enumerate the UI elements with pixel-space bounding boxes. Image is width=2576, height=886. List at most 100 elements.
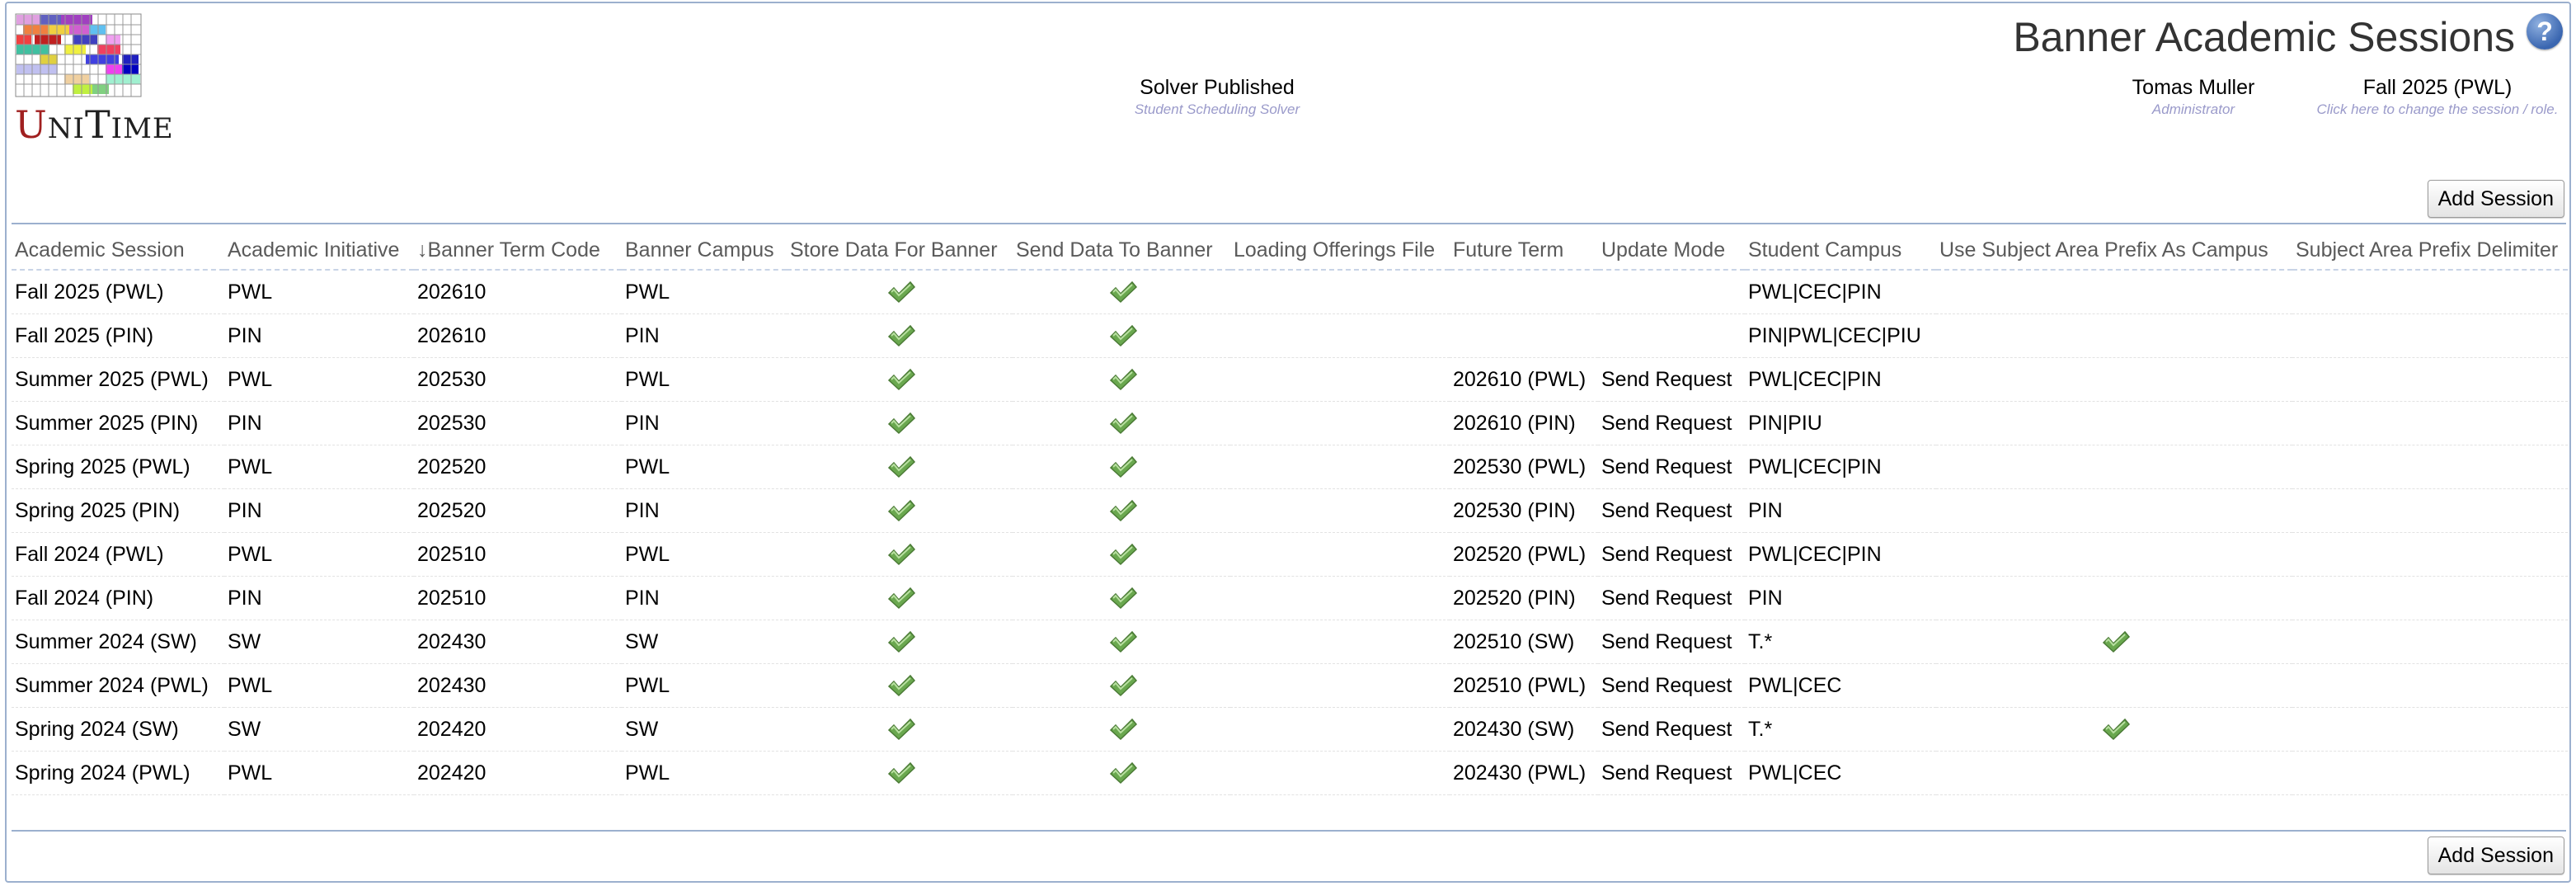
cell-use-prefix: [1936, 357, 2292, 402]
user-info[interactable]: Tomas Muller Administrator: [2132, 76, 2255, 118]
cell-term-code: 202610: [414, 270, 622, 314]
cell-update-mode: Send Request: [1598, 620, 1745, 664]
check-icon: [1109, 587, 1138, 610]
cell-student-campus: PWL|CEC|PIN: [1745, 445, 1936, 489]
cell-initiative: SW: [224, 620, 414, 664]
logo-letter-u: U: [15, 102, 48, 147]
solver-status[interactable]: Solver Published Student Scheduling Solv…: [1135, 76, 1300, 118]
cell-session: Summer 2024 (PWL): [12, 663, 224, 708]
cell-store-data: [787, 313, 1013, 358]
cell-student-campus: PWL|CEC|PIN: [1745, 357, 1936, 402]
cell-initiative: PWL: [224, 357, 414, 402]
cell-send-data: [1013, 663, 1230, 708]
add-session-button-bottom[interactable]: Add Session: [2427, 837, 2564, 874]
cell-update-mode: Send Request: [1598, 488, 1745, 533]
cell-term-code: 202420: [414, 707, 622, 752]
check-icon: [887, 412, 916, 435]
session-selector[interactable]: Fall 2025 (PWL) Click here to change the…: [2317, 76, 2559, 118]
cell-term-code: 202610: [414, 313, 622, 358]
col-send-data[interactable]: Send Data To Banner: [1013, 231, 1230, 271]
cell-use-prefix: [1936, 270, 2292, 314]
cell-initiative: PWL: [224, 751, 414, 795]
check-icon: [887, 456, 916, 478]
cell-future-term: [1450, 313, 1598, 358]
check-icon: [887, 500, 916, 522]
cell-prefix-delimiter: [2292, 270, 2568, 314]
cell-future-term: 202510 (PWL): [1450, 663, 1598, 708]
check-icon: [887, 281, 916, 304]
cell-student-campus: PWL|CEC|PIN: [1745, 270, 1936, 314]
table-row[interactable]: Summer 2025 (PIN) PIN 202530 PIN 202610 (PIN…: [12, 401, 2568, 445]
cell-campus: PIN: [622, 313, 787, 358]
cell-future-term: 202430 (SW): [1450, 707, 1598, 752]
cell-term-code: 202530: [414, 357, 622, 402]
col-use-subject-prefix[interactable]: Use Subject Area Prefix As Campus: [1936, 231, 2292, 271]
cell-term-code: 202420: [414, 751, 622, 795]
add-session-button-top[interactable]: Add Session: [2427, 180, 2564, 218]
table-row[interactable]: Summer 2024 (SW) SW 202430 SW 202510 (SW) Sen…: [12, 620, 2568, 664]
check-icon: [1109, 412, 1138, 435]
cell-use-prefix: [1936, 620, 2292, 664]
cell-student-campus: T.*: [1745, 707, 1936, 752]
col-academic-session[interactable]: Academic Session: [12, 231, 224, 271]
cell-campus: PWL: [622, 445, 787, 489]
cell-update-mode: Send Request: [1598, 532, 1745, 577]
col-banner-term-code[interactable]: ↓Banner Term Code: [414, 231, 622, 271]
table-row[interactable]: Fall 2025 (PIN) PIN 202610 PIN PIN|PWL|CEC|P…: [12, 313, 2568, 358]
banner-sessions-table: Academic Session Academic Initiative ↓Ba…: [12, 231, 2568, 795]
user-name: Tomas Muller: [2132, 76, 2255, 99]
help-icon[interactable]: ?: [2527, 13, 2563, 49]
unitime-logo[interactable]: UNITIME: [15, 13, 173, 147]
cell-campus: PWL: [622, 532, 787, 577]
cell-send-data: [1013, 445, 1230, 489]
cell-prefix-delimiter: [2292, 751, 2568, 795]
cell-send-data: [1013, 620, 1230, 664]
check-icon: [1109, 719, 1138, 741]
col-prefix-delimiter[interactable]: Subject Area Prefix Delimiter: [2292, 231, 2568, 271]
col-future-term[interactable]: Future Term: [1450, 231, 1598, 271]
logo-grid-icon: [15, 13, 142, 97]
cell-update-mode: Send Request: [1598, 401, 1745, 445]
logo-letters-ime: IME: [110, 112, 174, 145]
col-banner-campus[interactable]: Banner Campus: [622, 231, 787, 271]
check-icon: [1109, 544, 1138, 566]
col-store-data[interactable]: Store Data For Banner: [787, 231, 1013, 271]
cell-loading-file: [1230, 576, 1450, 620]
cell-use-prefix: [1936, 751, 2292, 795]
table-row[interactable]: Fall 2024 (PWL) PWL 202510 PWL 202520 (PWL) S…: [12, 532, 2568, 577]
col-student-campus[interactable]: Student Campus: [1745, 231, 1936, 271]
cell-store-data: [787, 357, 1013, 402]
cell-send-data: [1013, 313, 1230, 358]
cell-send-data: [1013, 270, 1230, 314]
cell-store-data: [787, 663, 1013, 708]
table-row[interactable]: Spring 2024 (SW) SW 202420 SW 202430 (SW) Sen…: [12, 707, 2568, 752]
cell-use-prefix: [1936, 576, 2292, 620]
col-loading-offerings[interactable]: Loading Offerings File: [1230, 231, 1450, 271]
cell-update-mode: Send Request: [1598, 445, 1745, 489]
cell-session: Spring 2025 (PWL): [12, 445, 224, 489]
check-icon: [887, 544, 916, 566]
cell-term-code: 202510: [414, 532, 622, 577]
cell-campus: PWL: [622, 751, 787, 795]
table-row[interactable]: Fall 2024 (PIN) PIN 202510 PIN 202520 (PIN) S…: [12, 576, 2568, 620]
table-row[interactable]: Spring 2025 (PIN) PIN 202520 PIN 202530 (PIN…: [12, 488, 2568, 533]
check-icon: [887, 587, 916, 610]
col-academic-initiative[interactable]: Academic Initiative: [224, 231, 414, 271]
table-header-row: Academic Session Academic Initiative ↓Ba…: [12, 231, 2568, 271]
col-update-mode[interactable]: Update Mode: [1598, 231, 1745, 271]
table-row[interactable]: Summer 2024 (PWL) PWL 202430 PWL 202510 (PWL…: [12, 663, 2568, 708]
cell-future-term: 202530 (PWL): [1450, 445, 1598, 489]
cell-session: Spring 2025 (PIN): [12, 488, 224, 533]
cell-loading-file: [1230, 663, 1450, 708]
cell-send-data: [1013, 751, 1230, 795]
table-row[interactable]: Spring 2025 (PWL) PWL 202520 PWL 202530 (PWL…: [12, 445, 2568, 489]
cell-send-data: [1013, 488, 1230, 533]
user-role: Administrator: [2151, 101, 2235, 117]
table-row[interactable]: Spring 2024 (PWL) PWL 202420 PWL 202430 (PWL…: [12, 751, 2568, 795]
solver-status-sub: Student Scheduling Solver: [1134, 101, 1300, 117]
table-row[interactable]: Fall 2025 (PWL) PWL 202610 PWL PWL|CEC|PIN: [12, 270, 2568, 314]
cell-term-code: 202430: [414, 620, 622, 664]
table-row[interactable]: Summer 2025 (PWL) PWL 202530 PWL 202610 (PWL…: [12, 357, 2568, 402]
cell-send-data: [1013, 401, 1230, 445]
cell-send-data: [1013, 707, 1230, 752]
